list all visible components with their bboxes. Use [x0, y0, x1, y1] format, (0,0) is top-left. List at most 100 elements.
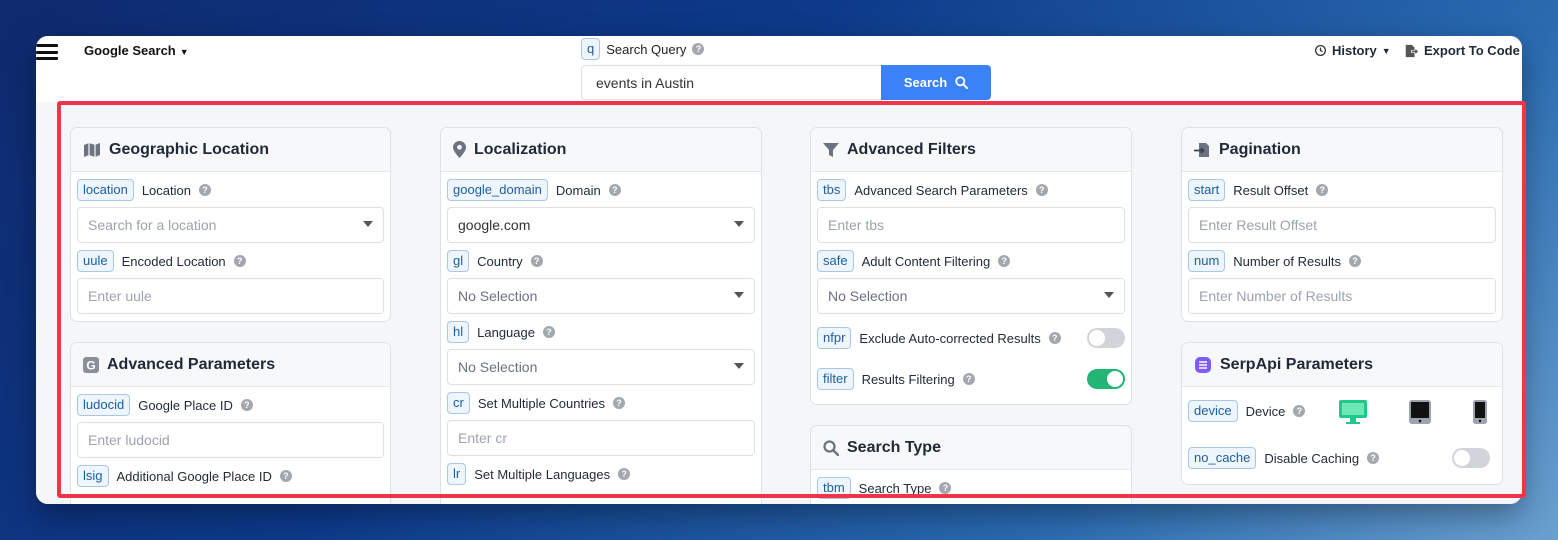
ludocid-placeholder: Enter ludocid — [88, 432, 170, 448]
uule-input[interactable]: Enter uule — [77, 278, 384, 314]
nfpr-toggle[interactable] — [1087, 328, 1125, 348]
country-label: Country — [477, 253, 523, 269]
filter-label: Results Filtering — [861, 371, 955, 387]
caret-down-icon — [734, 221, 744, 227]
search-query-input[interactable] — [581, 65, 881, 100]
help-icon[interactable]: ? — [233, 255, 246, 267]
help-icon[interactable]: ? — [1316, 184, 1329, 196]
ludocid-input[interactable]: Enter ludocid — [77, 422, 384, 458]
help-icon[interactable]: ? — [613, 397, 626, 409]
param-tag-start: start — [1188, 179, 1226, 201]
history-menu[interactable]: History ▼ — [1314, 43, 1391, 58]
param-tag-ludocid: ludocid — [77, 394, 131, 416]
menu-icon[interactable] — [36, 44, 58, 60]
caret-down-icon — [734, 363, 744, 369]
app-window: Google Search▼ q Search Query ? Search H… — [36, 36, 1522, 504]
cr-input[interactable]: Enter cr — [447, 420, 755, 456]
card-advanced-parameters: G Advanced Parameters ludocid Google Plac… — [70, 342, 391, 504]
help-icon[interactable]: ? — [998, 255, 1011, 267]
start-input[interactable]: Enter Result Offset — [1188, 207, 1496, 243]
caret-down-icon — [363, 221, 373, 227]
top-bar: Google Search▼ q Search Query ? Search H… — [36, 36, 1522, 102]
param-tag-google-domain: google_domain — [447, 179, 548, 201]
location-select[interactable]: Search for a location — [77, 207, 384, 243]
engine-label: Google Search — [84, 43, 176, 58]
nfpr-label: Exclude Auto-corrected Results — [859, 330, 1041, 346]
help-icon[interactable]: ? — [962, 373, 975, 385]
uule-label: Encoded Location — [121, 253, 226, 269]
help-icon[interactable]: ? — [608, 184, 621, 196]
help-icon[interactable]: ? — [692, 43, 705, 55]
mobile-icon[interactable] — [1472, 399, 1488, 428]
query-label-row: q Search Query ? — [581, 38, 705, 60]
help-icon[interactable]: ? — [240, 399, 253, 411]
lr-label: Set Multiple Languages — [474, 466, 611, 482]
pagination-icon — [1194, 142, 1211, 158]
svg-text:G: G — [86, 358, 95, 372]
caret-down-icon: ▼ — [1381, 45, 1391, 56]
export-to-code-button[interactable]: Export To Code — [1404, 43, 1520, 58]
no-cache-toggle[interactable] — [1452, 448, 1490, 468]
param-tag-location: location — [77, 179, 134, 201]
tbs-input[interactable]: Enter tbs — [817, 207, 1125, 243]
domain-value: google.com — [458, 217, 531, 233]
help-icon[interactable]: ? — [279, 470, 292, 482]
card-pagination: Pagination start Result Offset? Enter Res… — [1181, 127, 1503, 322]
safe-select[interactable]: No Selection — [817, 278, 1125, 314]
parameters-area: Geographic Location location Location? Se… — [36, 102, 1522, 504]
help-icon[interactable]: ? — [1048, 332, 1061, 344]
search-button[interactable]: Search — [881, 65, 991, 100]
param-tag-q: q — [581, 38, 601, 60]
help-icon[interactable]: ? — [530, 255, 543, 267]
device-picker — [1338, 399, 1488, 428]
country-select[interactable]: No Selection — [447, 278, 755, 314]
num-input[interactable]: Enter Number of Results — [1188, 278, 1496, 314]
caret-down-icon — [1104, 292, 1114, 298]
card-title: Geographic Location — [109, 140, 270, 158]
serpapi-logo-icon — [1194, 356, 1212, 374]
help-icon[interactable]: ? — [198, 184, 211, 196]
tablet-icon[interactable] — [1408, 399, 1432, 428]
card-title: SerpApi Parameters — [1220, 355, 1373, 373]
help-icon[interactable]: ? — [618, 468, 631, 480]
card-serpapi-parameters: SerpApi Parameters device Device? no_cach… — [1181, 342, 1503, 485]
param-tag-lr: lr — [447, 463, 467, 485]
help-icon[interactable]: ? — [1348, 255, 1361, 267]
help-icon[interactable]: ? — [939, 482, 952, 494]
help-icon[interactable]: ? — [1293, 405, 1306, 417]
num-label: Number of Results — [1233, 253, 1341, 269]
language-label: Language — [477, 324, 535, 340]
device-label: Device — [1245, 403, 1286, 419]
history-label: History — [1332, 43, 1377, 58]
help-icon[interactable]: ? — [1035, 184, 1048, 196]
filter-toggle[interactable] — [1087, 369, 1125, 389]
param-tag-lsig: lsig — [77, 465, 109, 487]
ludocid-label: Google Place ID — [138, 397, 233, 413]
tbs-label: Advanced Search Parameters — [854, 182, 1028, 198]
help-icon[interactable]: ? — [1367, 452, 1380, 464]
cr-placeholder: Enter cr — [458, 430, 508, 446]
engine-selector[interactable]: Google Search ▼ — [84, 43, 189, 58]
caret-down-icon — [734, 292, 744, 298]
lsig-label: Additional Google Place ID — [116, 468, 272, 484]
help-icon[interactable]: ? — [542, 326, 555, 338]
cr-label: Set Multiple Countries — [477, 395, 606, 411]
param-tag-gl: gl — [447, 250, 470, 272]
param-tag-tbs: tbs — [817, 179, 847, 201]
filter-icon — [823, 142, 839, 158]
uule-placeholder: Enter uule — [88, 288, 152, 304]
safe-value: No Selection — [828, 288, 908, 304]
card-advanced-filters: Advanced Filters tbs Advanced Search Para… — [810, 127, 1132, 405]
desktop-icon[interactable] — [1338, 399, 1368, 428]
param-tag-hl: hl — [447, 321, 470, 343]
param-tag-tbm: tbm — [817, 477, 851, 499]
history-icon — [1314, 44, 1327, 57]
card-title: Pagination — [1219, 140, 1301, 158]
tbs-placeholder: Enter tbs — [828, 217, 885, 233]
card-geographic-location: Geographic Location location Location? Se… — [70, 127, 391, 322]
param-tag-device: device — [1188, 400, 1238, 422]
domain-select[interactable]: google.com — [447, 207, 755, 243]
country-value: No Selection — [458, 288, 538, 304]
export-icon — [1405, 44, 1418, 57]
language-select[interactable]: No Selection — [447, 349, 755, 385]
